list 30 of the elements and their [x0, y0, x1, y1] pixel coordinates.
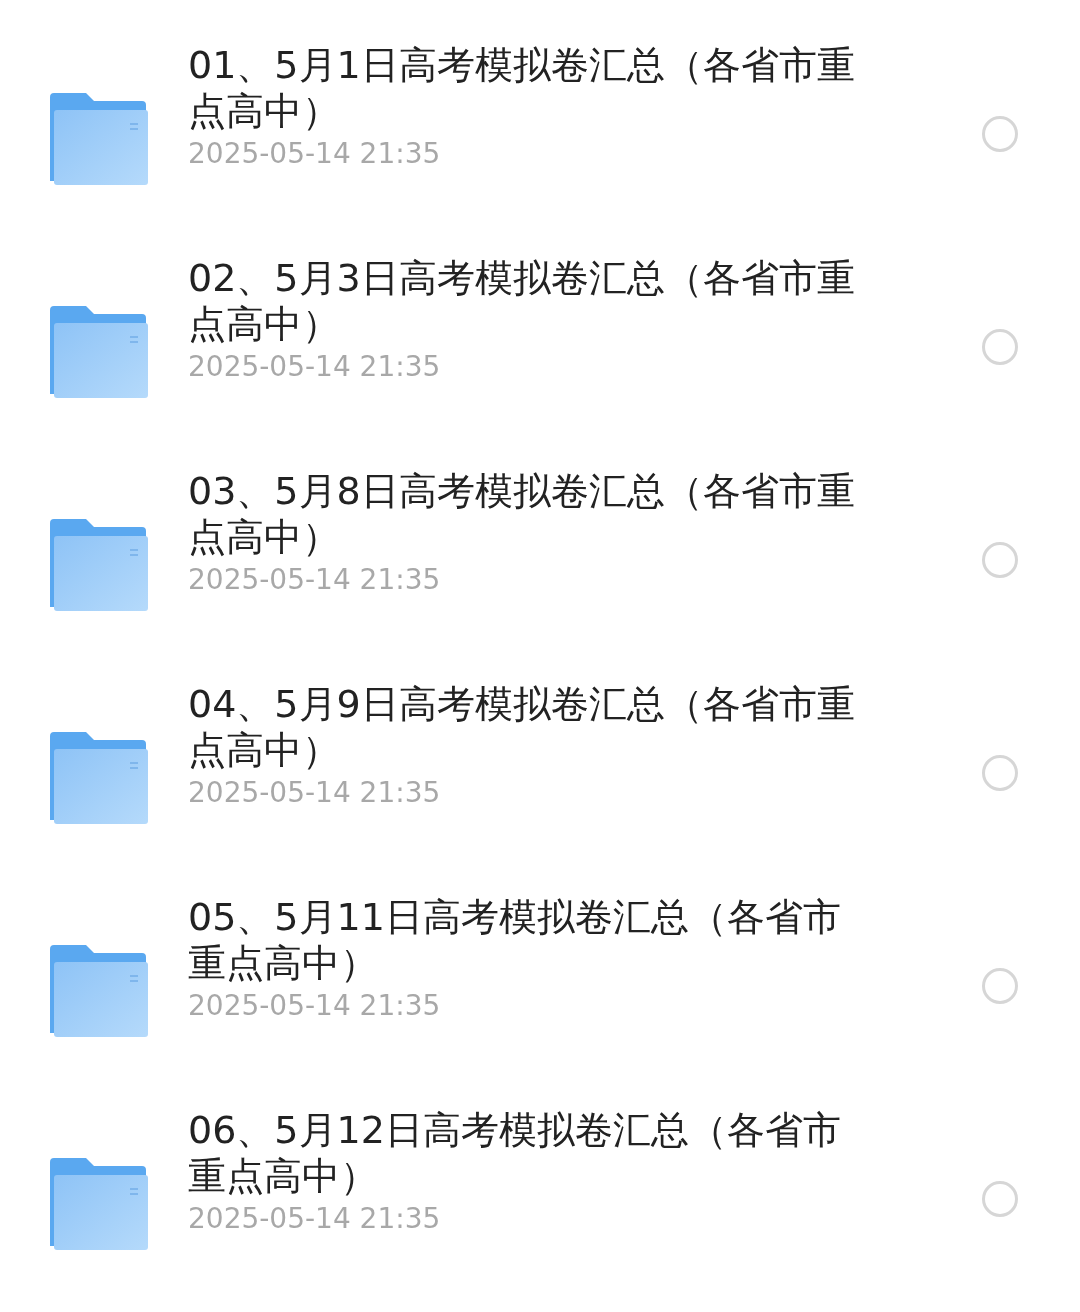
- folder-name: 05、5月11日高考模拟卷汇总（各省市重点高中）: [188, 894, 842, 986]
- modified-time: 2025-05-14 21:35: [188, 349, 442, 385]
- select-checkbox[interactable]: [982, 115, 1018, 152]
- folder-name: 02、5月3日高考模拟卷汇总（各省市重点高中）: [188, 255, 856, 347]
- folder-row[interactable]: 03、5月8日高考模拟卷汇总（各省市重点高中） 2025-05-14 21:35: [0, 468, 1080, 681]
- folder-name: 06、5月12日高考模拟卷汇总（各省市重点高中）: [188, 1107, 842, 1199]
- select-checkbox[interactable]: [982, 328, 1018, 365]
- select-checkbox[interactable]: [982, 754, 1018, 791]
- folder-icon: [50, 92, 148, 185]
- select-checkbox[interactable]: [982, 541, 1018, 578]
- select-checkbox[interactable]: [982, 1180, 1018, 1217]
- modified-time: 2025-05-14 21:35: [188, 1201, 442, 1237]
- folder-row[interactable]: 04、5月9日高考模拟卷汇总（各省市重点高中） 2025-05-14 21:35: [0, 681, 1080, 894]
- modified-time: 2025-05-14 21:35: [188, 775, 442, 811]
- folder-row[interactable]: 05、5月11日高考模拟卷汇总（各省市重点高中） 2025-05-14 21:35: [0, 894, 1080, 1107]
- modified-time: 2025-05-14 21:35: [188, 562, 442, 598]
- modified-time: 2025-05-14 21:35: [188, 988, 442, 1024]
- folder-icon: [50, 305, 148, 398]
- folder-row[interactable]: 01、5月1日高考模拟卷汇总（各省市重点高中） 2025-05-14 21:35: [0, 42, 1080, 255]
- folder-icon: [50, 1157, 148, 1250]
- folder-icon: [50, 518, 148, 611]
- folder-row[interactable]: 06、5月12日高考模拟卷汇总（各省市重点高中） 2025-05-14 21:35: [0, 1107, 1080, 1312]
- folder-icon: [50, 731, 148, 824]
- modified-time: 2025-05-14 21:35: [188, 136, 442, 172]
- folder-row[interactable]: 02、5月3日高考模拟卷汇总（各省市重点高中） 2025-05-14 21:35: [0, 255, 1080, 468]
- select-checkbox[interactable]: [982, 967, 1018, 1004]
- folder-icon: [50, 944, 148, 1037]
- folder-name: 03、5月8日高考模拟卷汇总（各省市重点高中）: [188, 468, 856, 560]
- folder-name: 01、5月1日高考模拟卷汇总（各省市重点高中）: [188, 42, 856, 134]
- folder-name: 04、5月9日高考模拟卷汇总（各省市重点高中）: [188, 681, 856, 773]
